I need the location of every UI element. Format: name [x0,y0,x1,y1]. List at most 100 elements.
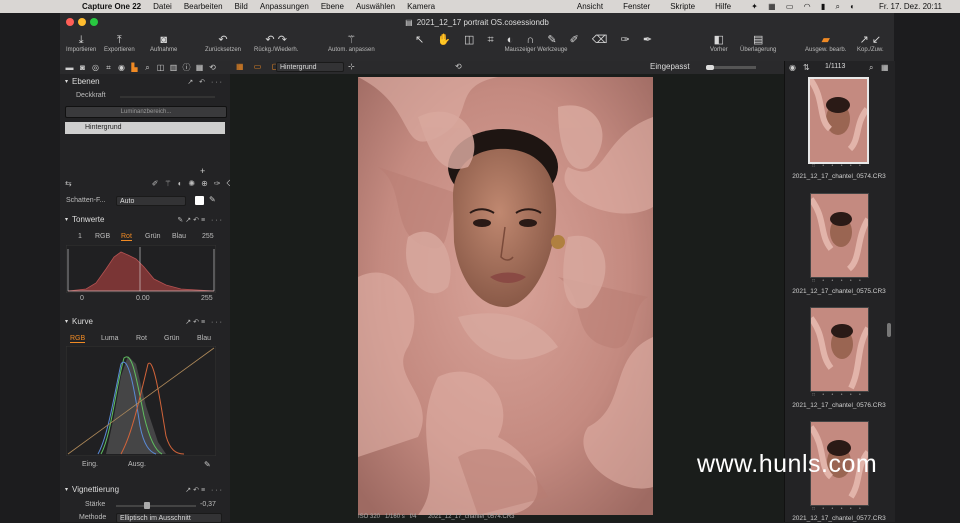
curve-graph[interactable] [66,346,216,456]
library-tab-icon[interactable]: ▬ [65,63,74,72]
close-window-button[interactable] [66,18,74,26]
menu-hilfe[interactable]: Hilfe [715,2,731,11]
section-tools-icons[interactable]: ✎↗↶≡ ··· [177,216,224,224]
minimize-window-button[interactable] [78,18,86,26]
layer-row-background[interactable]: Hintergrund [65,122,225,134]
thumbnail-selected[interactable] [808,77,869,164]
section-tools-icons[interactable]: ↗↶≡ ··· [185,486,224,494]
grid-icon[interactable]: ▦ [881,63,889,72]
zoom-window-button[interactable] [90,18,98,26]
menu-ebene[interactable]: Ebene [321,2,344,11]
undo-redo-button[interactable]: ↶ ↷ Rückg./Wiederh. [254,33,298,53]
opacity-slider[interactable] [120,96,215,98]
collapse-icon: ▾ [65,79,69,85]
levels-header[interactable]: ▾ Tonwerte ✎↗↶≡ ··· [60,213,230,226]
sort-icon[interactable]: ⇅ [803,63,810,72]
thumbnail[interactable] [810,193,869,278]
slider-thumb[interactable] [144,502,150,509]
menu-anpassungen[interactable]: Anpassungen [260,2,309,11]
add-layer-icon[interactable]: + [200,166,205,176]
menu-skripte[interactable]: Skripte [670,2,695,11]
color-tab-icon[interactable]: ◉ [117,63,126,72]
curve-tab-green[interactable]: Grün [164,335,180,342]
opacity-label: Deckkraft [76,92,106,99]
zoom-fit-label[interactable]: Eingepasst [650,62,690,71]
zoom-slider[interactable] [706,65,756,70]
overlay-button[interactable]: ▤ Überlagerung [740,33,776,53]
levels-high[interactable]: 255 [201,295,213,302]
metadata-tab-icon[interactable]: ⓘ [182,62,191,73]
add-layer-icon[interactable]: ⊹ [348,62,355,71]
menu-ansicht[interactable]: Ansicht [577,2,603,11]
status-icons[interactable]: ✦ ▦ ▭ ◠ ▮ ⌕ ◐ [751,2,859,12]
menu-app-name[interactable]: Capture One 22 [82,2,141,11]
levels-tab-rgb[interactable]: RGB [95,233,110,240]
cursor-tools[interactable]: ↖ ✋ ◫ ⌗ ◐ ∩ ✎ ✐ ⌫ ✑ ✒ Mauszeiger Werkzeug… [415,33,657,53]
lens-tab-icon[interactable]: ◎ [91,63,100,72]
browser-scrollbar[interactable] [887,323,891,337]
rating-stars[interactable]: □ • • • • • [812,392,866,398]
menu-bearbeiten[interactable]: Bearbeiten [184,2,223,11]
zoom-thumb[interactable] [706,65,714,70]
output-button[interactable]: ▰ Ausgew. bearb. [805,33,846,53]
menu-auswaehlen[interactable]: Auswählen [356,2,395,11]
levels-low[interactable]: 0 [80,295,84,302]
section-tools-icons[interactable]: ↗ ↶ ··· [187,78,224,86]
output-icon: ▰ [821,34,830,46]
import-button[interactable]: ⤓ Importieren [66,33,96,53]
curve-tab-red[interactable]: Rot [136,335,147,342]
menu-kamera[interactable]: Kamera [407,2,435,11]
curve-header[interactable]: ▾ Kurve ↗↶≡ ··· [60,315,230,328]
rating-stars[interactable]: □ • • • • • [812,278,866,284]
color-swatch[interactable] [195,196,204,205]
curve-tab-luma[interactable]: Luma [101,335,119,342]
vignetting-strength-slider[interactable] [116,502,196,509]
thumbnail-name: 2021_12_17_chantel_0576.CR3 [792,402,886,409]
curve-tab-rgb[interactable]: RGB [70,335,86,343]
reset-button[interactable]: ↶ Zurücksetzen [205,33,241,53]
eyedropper-icon[interactable]: ✎ [209,195,216,204]
rating-stars[interactable]: □ • • • • • [812,163,866,169]
levels-tab-red[interactable]: Rot [121,233,132,241]
layers-header[interactable]: ▾ Ebenen ↗ ↶ ··· [60,75,230,88]
browser-counter: 1/1113 [825,63,846,70]
capture-button[interactable]: ◙ Aufnahme [150,33,177,53]
vignetting-header[interactable]: ▾ Vignettierung ↗↶≡ ··· [60,483,230,496]
composition-tab-icon[interactable]: ⌗ [104,63,113,73]
copy-apply-button[interactable]: ↗ ↙ Kop./Zuw. [857,33,884,53]
eye-icon[interactable]: ◉ [789,63,796,72]
levels-tab-green[interactable]: Grün [145,233,161,240]
menu-fenster[interactable]: Fenster [623,2,650,11]
clock[interactable]: Fr. 17. Dez. 20:11 [879,2,942,11]
layers-tab-icon[interactable]: ◫ [156,63,165,72]
levels-max-value: 255 [202,233,214,240]
before-button[interactable]: ◧ Vorher [710,33,728,53]
levels-tab-blue[interactable]: Blau [172,233,186,240]
portrait-photo[interactable] [358,77,653,515]
exposure-tab-icon[interactable]: ▙ [130,63,139,72]
vignetting-strength-value[interactable]: -0,37 [200,501,216,508]
section-tools-icons[interactable]: ↗↶≡ ··· [185,318,224,326]
curve-picker-icon[interactable]: ✎ [204,460,211,469]
rotate-icon[interactable]: ⟲ [455,62,462,71]
viewer-layer-select[interactable]: Hintergrund [276,62,344,72]
output-tab-icon[interactable]: ▦ [195,63,204,72]
luminance-range-button[interactable]: Luminanzbereich... [65,106,227,118]
rating-stars[interactable]: □ • • • • • [812,506,866,512]
thumbnail[interactable] [810,307,869,392]
details-tab-icon[interactable]: ⌕ [143,63,152,73]
auto-adjust-button[interactable]: ⚚ Autom. anpassen [328,33,375,53]
batch-tab-icon[interactable]: ⟲ [208,63,217,72]
layer-tools-icons[interactable]: ⇆ ✐⚚◐✺⊕✑⌫ [65,179,238,188]
capture-tab-icon[interactable]: ◙ [78,63,87,72]
status-iso: ISO 320 [358,514,381,520]
adjustments-tab-icon[interactable]: ▥ [169,63,178,72]
curve-tab-blue[interactable]: Blau [197,335,211,342]
search-icon[interactable]: ⌕ [869,63,873,73]
styles-select[interactable]: Auto [116,196,186,206]
levels-mid[interactable]: 0.00 [136,295,150,302]
menu-bild[interactable]: Bild [235,2,248,11]
menu-datei[interactable]: Datei [153,2,172,11]
export-button[interactable]: ⤒ Exportieren [104,33,135,53]
levels-histogram[interactable] [66,245,216,293]
